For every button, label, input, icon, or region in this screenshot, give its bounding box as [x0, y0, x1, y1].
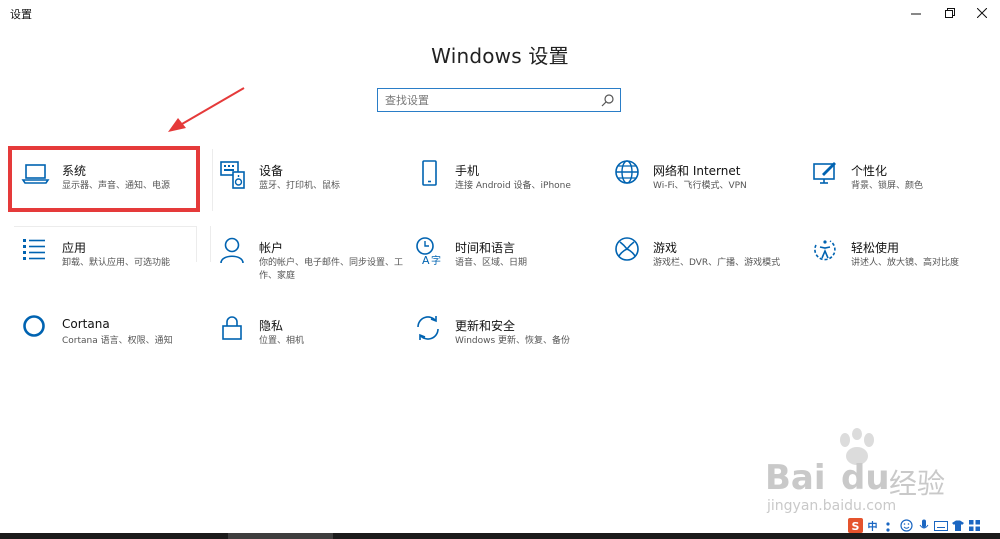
- tile-description: 游戏栏、DVR、广播、游戏模式: [653, 258, 781, 268]
- tile-accounts[interactable]: 帐户 你的帐户、电子邮件、同步设置、工作、家庭: [218, 237, 403, 299]
- tile-title: 个性化: [851, 164, 888, 178]
- tile-title: 隐私: [259, 319, 284, 333]
- tile-description: 位置、相机: [259, 336, 305, 346]
- tile-description: 背景、锁屏、颜色: [851, 181, 924, 191]
- lock-icon: [222, 316, 242, 340]
- punctuation-icon[interactable]: [882, 518, 897, 533]
- tile-description: 语音、区域、日期: [455, 258, 528, 268]
- tile-network[interactable]: 网络和 Internet Wi-Fi、飞行模式、VPN: [612, 160, 797, 222]
- search-box[interactable]: [377, 88, 621, 112]
- watermark-url: jingyan.baidu.com: [767, 498, 897, 514]
- tile-privacy[interactable]: 隐私 位置、相机: [218, 315, 403, 377]
- sogou-logo-icon[interactable]: S: [848, 518, 863, 533]
- close-button[interactable]: [966, 0, 998, 26]
- apps-list-icon: [23, 239, 45, 260]
- tile-gaming[interactable]: 游戏 游戏栏、DVR、广播、游戏模式: [612, 237, 797, 299]
- divider: [212, 149, 213, 211]
- tile-description: 你的帐户、电子邮件、同步设置、工作、家庭: [259, 258, 404, 281]
- tile-phone[interactable]: 手机 连接 Android 设备、iPhone: [414, 160, 599, 222]
- divider: [14, 226, 196, 227]
- annotation-arrow: [168, 87, 245, 132]
- tile-title: 轻松使用: [851, 241, 900, 255]
- tile-description: 讲述人、放大镜、高对比度: [851, 258, 960, 268]
- watermark-brand-jingyan: 经验: [889, 467, 946, 500]
- tile-cortana[interactable]: Cortana Cortana 语言、权限、通知: [21, 315, 206, 377]
- tile-update-security[interactable]: 更新和安全 Windows 更新、恢复、备份: [414, 315, 599, 377]
- tile-title: 应用: [62, 241, 87, 255]
- time-language-icon: A 字: [416, 237, 441, 267]
- toolbox-icon[interactable]: [967, 518, 982, 533]
- tile-personalization[interactable]: 个性化 背景、锁屏、颜色: [810, 160, 995, 222]
- phone-icon: [422, 160, 437, 186]
- sync-icon: [417, 316, 439, 340]
- keyboard-icon: [220, 161, 245, 189]
- xbox-icon: [615, 237, 639, 261]
- tile-title: 手机: [455, 164, 480, 178]
- person-icon: [220, 237, 244, 264]
- close-icon: [977, 8, 987, 18]
- microphone-icon[interactable]: [916, 518, 931, 533]
- globe-icon: [615, 160, 639, 184]
- watermark-brand: Bai: [765, 458, 826, 498]
- search-input[interactable]: [385, 91, 595, 109]
- cortana-icon: [23, 315, 45, 337]
- search-icon[interactable]: [601, 93, 615, 107]
- skin-icon[interactable]: [950, 518, 965, 533]
- watermark: Bai du 经验 jingyan.baidu.com: [765, 428, 965, 520]
- svg-text:S: S: [852, 520, 860, 533]
- tile-title: 设备: [259, 164, 284, 178]
- tile-title: 帐户: [259, 241, 284, 255]
- restore-icon: [945, 8, 955, 18]
- taskbar: [0, 533, 1000, 539]
- tile-description: Windows 更新、恢复、备份: [455, 336, 571, 346]
- tile-description: 蓝牙、打印机、鼠标: [259, 181, 341, 191]
- tile-ease-of-access[interactable]: 轻松使用 讲述人、放大镜、高对比度: [810, 237, 995, 299]
- minimize-button[interactable]: [900, 0, 932, 26]
- tile-description: Wi-Fi、飞行模式、VPN: [653, 181, 747, 191]
- keyboard-icon[interactable]: [933, 518, 948, 533]
- highlight-frame: [8, 146, 200, 212]
- tile-description: 卸载、默认应用、可选功能: [62, 258, 171, 268]
- tile-title: 网络和 Internet: [653, 164, 741, 178]
- ease-of-access-icon: [814, 240, 836, 261]
- watermark-brand-du: du: [841, 458, 890, 498]
- tile-apps[interactable]: 应用 卸载、默认应用、可选功能: [21, 237, 206, 299]
- tile-description: Cortana 语言、权限、通知: [62, 336, 173, 346]
- ime-toolbar: S 中: [848, 517, 1000, 534]
- paint-icon: [813, 162, 836, 184]
- tile-title: 更新和安全: [455, 319, 516, 333]
- svg-text:A: A: [422, 254, 430, 267]
- tile-title: Cortana: [62, 317, 110, 331]
- maximize-button[interactable]: [934, 0, 966, 26]
- tile-time-language[interactable]: A 字 时间和语言 语音、区域、日期: [414, 237, 599, 299]
- taskbar-active-app[interactable]: [228, 533, 333, 539]
- svg-text:字: 字: [431, 254, 441, 267]
- tile-title: 时间和语言: [455, 241, 516, 255]
- tile-description: 连接 Android 设备、iPhone: [455, 181, 571, 191]
- tile-title: 游戏: [653, 241, 678, 255]
- tile-devices[interactable]: 设备 蓝牙、打印机、鼠标: [218, 160, 403, 222]
- minimize-icon: [911, 13, 921, 15]
- ime-mode-toggle[interactable]: 中: [865, 518, 880, 533]
- emoji-icon[interactable]: [899, 518, 914, 533]
